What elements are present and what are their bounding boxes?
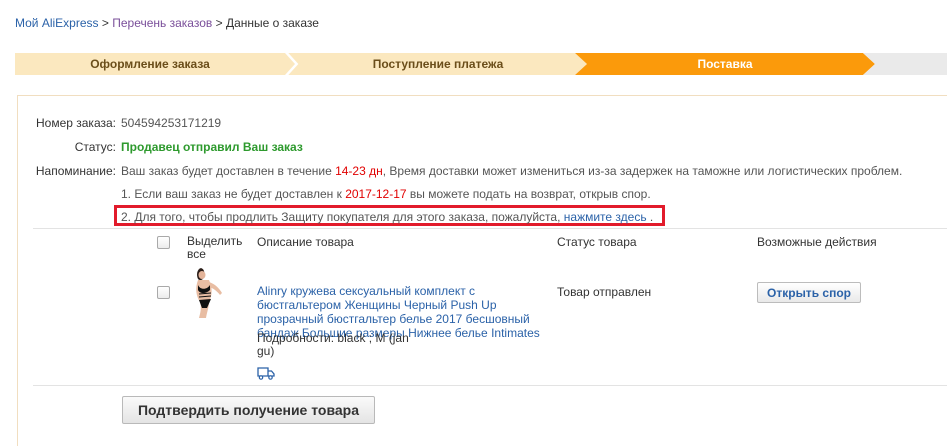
- note-buyer-protection: 2. Для того, чтобы продлить Защиту покуп…: [121, 210, 653, 224]
- step-delivery: Поставка: [697, 57, 753, 71]
- truck-icon[interactable]: [257, 366, 275, 380]
- description-header: Описание товара: [257, 235, 354, 249]
- order-number-value: 504594253171219: [121, 116, 222, 130]
- truck-wheel-front: [268, 375, 273, 380]
- note-dispute: 1. Если ваш заказ не будет доставлен к 2…: [121, 187, 651, 201]
- reminder-text: Ваш заказ будет доставлен в течение 14-2…: [121, 164, 902, 178]
- confirm-receipt-button[interactable]: Подтвердить получение товара: [122, 396, 375, 424]
- product-image: [187, 266, 229, 318]
- order-number-label: Номер заказа:: [35, 116, 116, 130]
- breadcrumb-separator: >: [98, 16, 113, 30]
- status-header: Статус товара: [557, 235, 637, 249]
- select-all-header: Выделить все: [187, 234, 243, 261]
- note2-post: .: [646, 210, 654, 224]
- product-details: Подробности: black ; M (jan gu): [257, 331, 409, 358]
- truck-cab: [268, 370, 275, 377]
- note1-post: вы можете подать на возврат, открыв спор…: [406, 187, 651, 201]
- actions-header: Возможные действия: [757, 235, 877, 249]
- divider-bottom: [33, 385, 947, 386]
- thumb-face: [198, 271, 206, 279]
- delivery-days: 14-23 дн: [335, 164, 383, 178]
- truck-wheel-rear: [258, 375, 264, 380]
- note1-pre: 1. Если ваш заказ не будет доставлен к: [121, 187, 346, 201]
- product-checkbox[interactable]: [157, 286, 170, 299]
- breadcrumb-orders-list[interactable]: Перечень заказов: [112, 16, 212, 30]
- divider-top: [33, 228, 947, 229]
- truck-icon-graphic: [257, 367, 275, 380]
- breadcrumb-current: Данные о заказе: [225, 16, 319, 30]
- reminder-label: Напоминание:: [35, 164, 116, 178]
- reminder-post: , Время доставки может измениться из-за …: [382, 164, 903, 178]
- order-progress-steps: Оформление заказа Поступление платежа По…: [15, 53, 947, 75]
- product-thumbnail[interactable]: [187, 266, 229, 318]
- step-payment: Поступление платежа: [372, 57, 504, 71]
- order-status-value: Продавец отправил Ваш заказ: [121, 140, 303, 154]
- note1-date: 2017-12-17: [345, 187, 407, 201]
- breadcrumb: Мой AliExpress > Перечень заказов > Данн…: [15, 16, 319, 30]
- note2-pre: 2. Для того, чтобы продлить Защиту покуп…: [121, 210, 564, 224]
- step-order-placement: Оформление заказа: [90, 57, 210, 71]
- open-dispute-button[interactable]: Открыть спор: [757, 282, 861, 303]
- breadcrumb-my-aliexpress[interactable]: Мой AliExpress: [15, 16, 99, 30]
- select-all-checkbox[interactable]: [157, 236, 170, 249]
- breadcrumb-separator: >: [212, 16, 226, 30]
- step-bg-pending: [863, 53, 947, 75]
- reminder-pre: Ваш заказ будет доставлен в течение: [121, 164, 336, 178]
- truck-cargo: [257, 367, 269, 377]
- status-label: Статус:: [74, 140, 116, 154]
- product-status: Товар отправлен: [557, 285, 652, 299]
- extend-protection-link[interactable]: нажмите здесь: [564, 210, 647, 224]
